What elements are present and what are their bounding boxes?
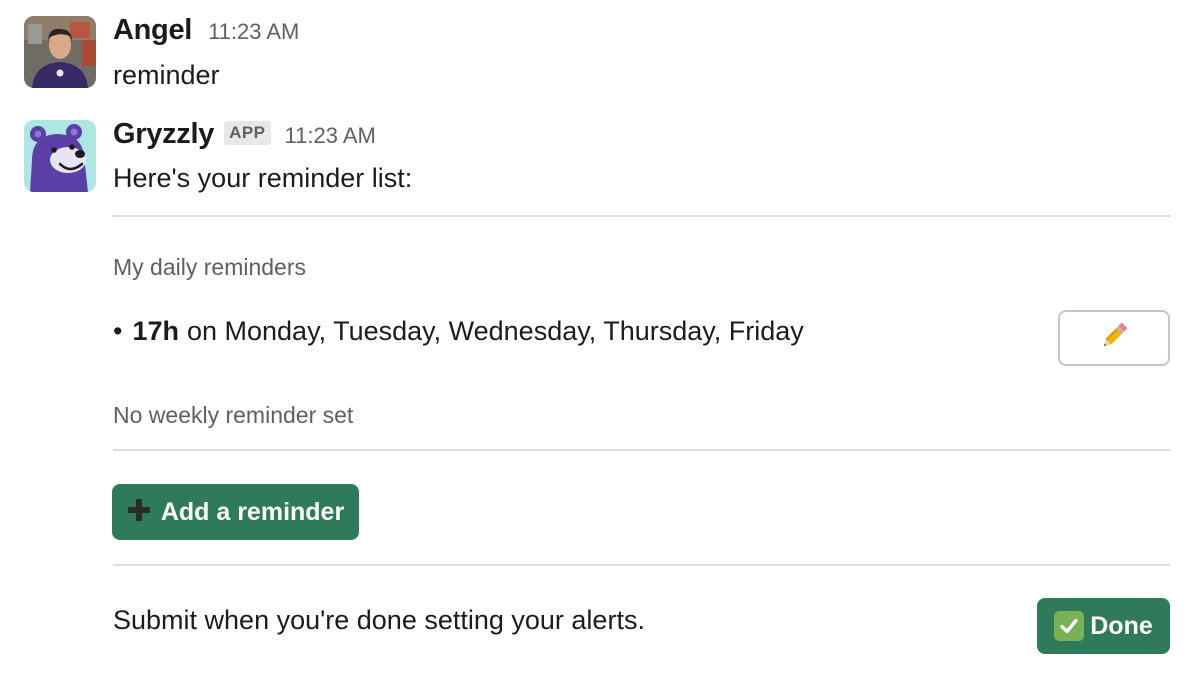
- done-label: Done: [1090, 611, 1153, 640]
- divider: [113, 449, 1170, 451]
- reminder-time: 17h: [132, 316, 179, 346]
- daily-reminder-item: • 17h on Monday, Tuesday, Wednesday, Thu…: [113, 316, 804, 347]
- daily-reminders-heading: My daily reminders: [113, 254, 306, 280]
- angel-message-header: Angel 11:23 AM: [113, 14, 299, 47]
- angel-avatar[interactable]: [24, 16, 96, 88]
- bullet: •: [113, 316, 123, 346]
- edit-reminder-button[interactable]: [1058, 310, 1170, 366]
- message-timestamp[interactable]: 11:23 AM: [208, 19, 299, 45]
- slack-message-thread: Angel 11:23 AM reminder Gryzzly APP 11:2…: [0, 0, 1196, 680]
- pencil-icon: [1097, 319, 1131, 358]
- app-badge: APP: [224, 121, 271, 145]
- plus-icon: [127, 494, 151, 528]
- done-button[interactable]: Done: [1037, 598, 1170, 654]
- message-text: reminder: [113, 60, 220, 90]
- add-reminder-button[interactable]: Add a reminder: [112, 484, 359, 540]
- gryzzly-message-header: Gryzzly APP 11:23 AM: [113, 118, 376, 151]
- add-reminder-label: Add a reminder: [160, 497, 345, 526]
- message-timestamp[interactable]: 11:23 AM: [285, 123, 376, 149]
- submit-instruction: Submit when you're done setting your ale…: [113, 605, 645, 635]
- reminder-days: on Monday, Tuesday, Wednesday, Thursday,…: [186, 316, 804, 346]
- gryzzly-bear-avatar[interactable]: [24, 120, 96, 192]
- weekly-reminder-status: No weekly reminder set: [113, 402, 354, 428]
- divider: [113, 215, 1170, 217]
- check-mark-icon: [1054, 611, 1085, 641]
- divider: [113, 564, 1170, 566]
- sender-name[interactable]: Angel: [113, 14, 192, 47]
- sender-name[interactable]: Gryzzly: [113, 118, 214, 151]
- message-text: Here's your reminder list:: [113, 163, 413, 193]
